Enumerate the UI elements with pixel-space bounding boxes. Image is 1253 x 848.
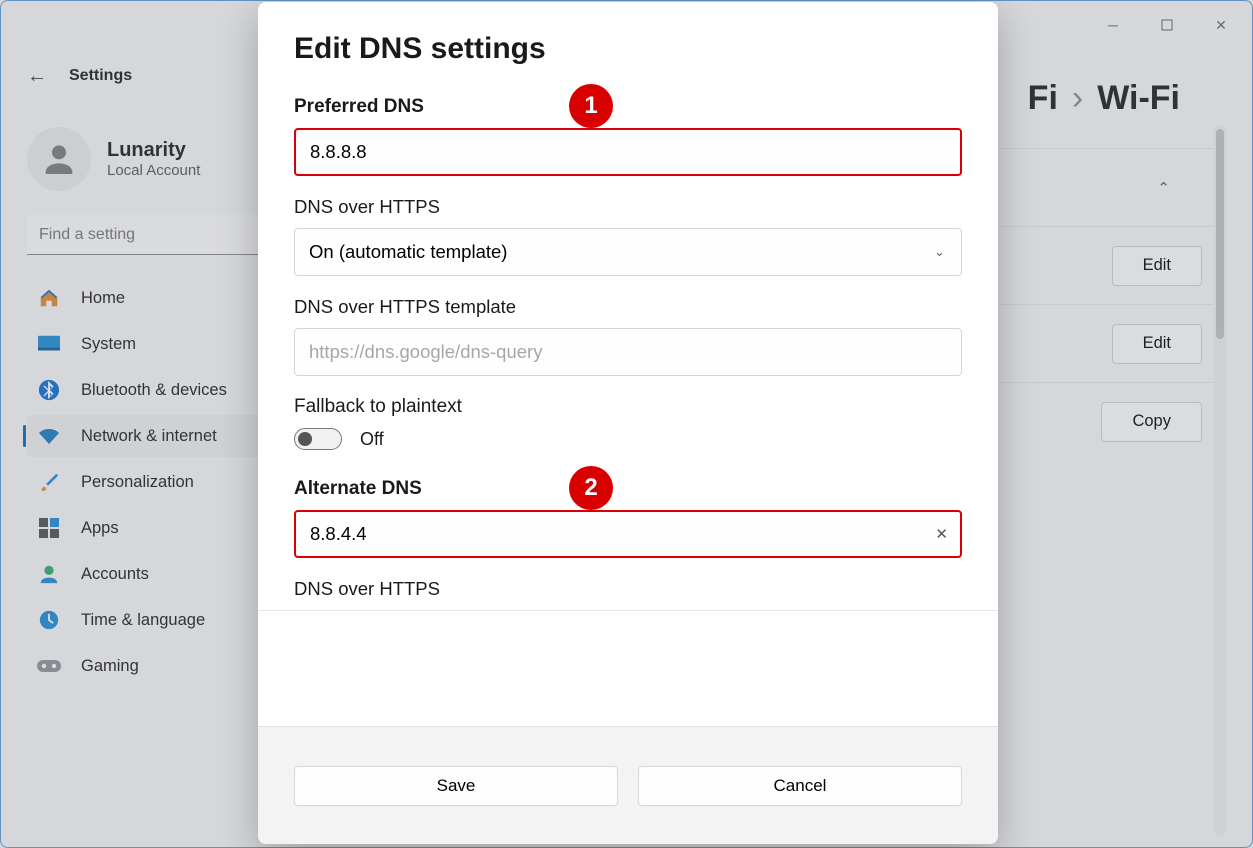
save-button[interactable]: Save [294, 766, 618, 806]
doh2-label: DNS over HTTPS [294, 578, 962, 600]
preferred-dns-label: Preferred DNS 1 [294, 96, 962, 118]
clear-icon[interactable]: ✕ [935, 525, 948, 543]
dialog-footer: Save Cancel [258, 726, 998, 844]
preferred-dns-field[interactable] [310, 130, 946, 174]
alternate-dns-field[interactable] [310, 512, 946, 556]
doh-label: DNS over HTTPS [294, 196, 962, 218]
doh-template-label: DNS over HTTPS template [294, 296, 962, 318]
alternate-dns-input[interactable]: ✕ [294, 510, 962, 558]
fallback-toggle[interactable] [294, 428, 342, 450]
cancel-button[interactable]: Cancel [638, 766, 962, 806]
chevron-down-icon: ⌄ [934, 244, 945, 260]
doh-template-input [294, 328, 962, 376]
doh-template-field [309, 329, 947, 375]
edit-dns-dialog: Edit DNS settings Preferred DNS 1 DNS ov… [258, 2, 998, 844]
fallback-label: Fallback to plaintext [294, 396, 962, 418]
dialog-title: Edit DNS settings [294, 32, 962, 66]
doh-select[interactable]: ⌄ [294, 228, 962, 276]
divider [258, 610, 998, 611]
preferred-dns-input[interactable] [294, 128, 962, 176]
callout-badge-1: 1 [569, 84, 613, 128]
fallback-toggle-state: Off [360, 429, 384, 450]
alternate-dns-label: Alternate DNS 2 [294, 478, 962, 500]
callout-badge-2: 2 [569, 466, 613, 510]
doh-select-value[interactable] [309, 229, 947, 275]
